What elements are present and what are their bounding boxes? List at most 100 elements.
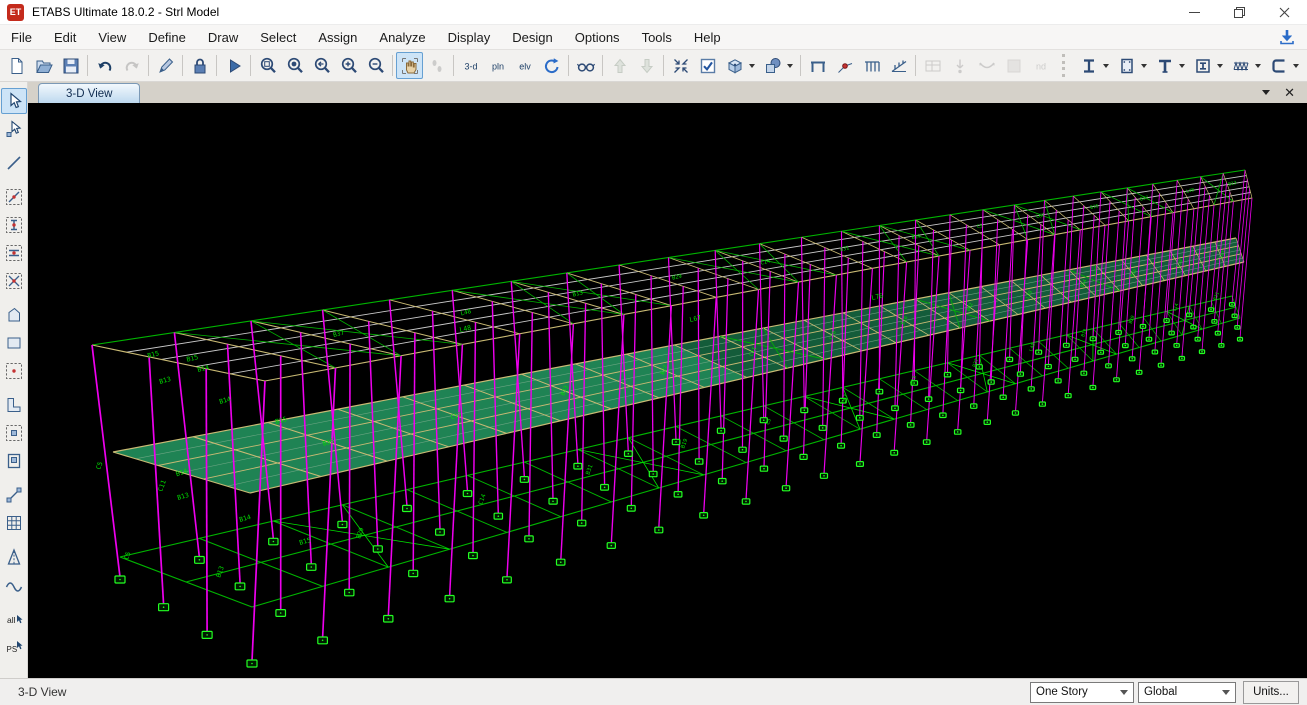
lock-model-button[interactable] (186, 52, 213, 79)
draw-door-button[interactable] (1, 448, 27, 474)
pen-edit-button[interactable] (152, 52, 179, 79)
tab-close-button[interactable]: ✕ (1284, 85, 1295, 101)
svg-text:B37: B37 (1140, 195, 1150, 203)
close-button[interactable] (1262, 0, 1307, 24)
menu-analyze[interactable]: Analyze (368, 30, 436, 45)
coordinate-system-value: Global (1144, 686, 1177, 698)
frame-section-i-dropdown[interactable] (1075, 52, 1102, 79)
shrink-objects-button[interactable] (667, 52, 694, 79)
dropdown-arrow-icon[interactable] (1179, 64, 1185, 68)
draw-wall-button[interactable] (1, 392, 27, 418)
draw-section-dropdown[interactable] (1303, 52, 1307, 79)
save-model-button[interactable] (57, 52, 84, 79)
svg-text:L48: L48 (459, 324, 472, 334)
wall-element-button[interactable] (858, 52, 885, 79)
zoom-in-button[interactable] (335, 52, 362, 79)
menu-display[interactable]: Display (437, 30, 502, 45)
joint-element-button[interactable] (831, 52, 858, 79)
menu-assign[interactable]: Assign (307, 30, 368, 45)
previous-selection-button[interactable]: PS (1, 634, 27, 660)
reshape-object-button[interactable] (1, 116, 27, 142)
restore-full-view-button[interactable] (281, 52, 308, 79)
open-model-button[interactable] (30, 52, 57, 79)
undo-button[interactable] (91, 52, 118, 79)
extruded-view-dropdown[interactable] (759, 52, 786, 79)
nd-button: nd (1027, 52, 1054, 79)
cube-icon (725, 56, 745, 76)
toolbar-separator (392, 55, 393, 76)
plan-view-button[interactable]: pln (484, 52, 511, 79)
dropdown-arrow-icon[interactable] (1141, 64, 1147, 68)
svg-text:B37: B37 (332, 329, 345, 339)
draw-curve-button[interactable] (1, 572, 27, 598)
quick-draw-area-button[interactable] (1, 358, 27, 384)
story-mode-dropdown[interactable]: One Story (1030, 682, 1134, 703)
dropdown-arrow-icon[interactable] (1103, 64, 1109, 68)
door-icon (4, 451, 24, 471)
menu-options[interactable]: Options (564, 30, 631, 45)
frame-element-button[interactable] (804, 52, 831, 79)
zoom-out-button[interactable] (362, 52, 389, 79)
object-display-checkbox-button[interactable] (694, 52, 721, 79)
restore-button[interactable] (1217, 0, 1262, 24)
select-pointer-button[interactable] (1, 88, 27, 114)
draw-area-button[interactable] (1, 302, 27, 328)
new-model-button[interactable] (3, 52, 30, 79)
tab-3d-view[interactable]: 3-D View (38, 83, 140, 103)
select-all-button[interactable]: all (1, 606, 27, 632)
tab-list-button[interactable] (1262, 90, 1270, 95)
toolbar-separator (182, 55, 183, 76)
quick-draw-line-button[interactable] (1, 184, 27, 210)
menu-draw[interactable]: Draw (197, 30, 249, 45)
menu-design[interactable]: Design (501, 30, 563, 45)
wall-section-dropdown[interactable] (1227, 52, 1254, 79)
quick-draw-beam-button[interactable] (1, 240, 27, 266)
show-model-panel-button[interactable] (1279, 29, 1295, 45)
dropdown-arrow-icon[interactable] (1293, 64, 1299, 68)
draw-rect-area-button[interactable] (1, 330, 27, 356)
rotate-3d-view-button[interactable] (538, 52, 565, 79)
dropdown-arrow-icon[interactable] (1217, 64, 1223, 68)
minimize-button[interactable] (1172, 0, 1217, 24)
channel-section-dropdown[interactable] (1265, 52, 1292, 79)
menu-select[interactable]: Select (249, 30, 307, 45)
display-options-button[interactable] (572, 52, 599, 79)
menu-tools[interactable]: Tools (631, 30, 683, 45)
quick-draw-brace-button[interactable] (1, 268, 27, 294)
draw-dimension-button[interactable] (1, 544, 27, 570)
frame-section-t-dropdown[interactable] (1151, 52, 1178, 79)
view-3d-button[interactable]: 3-d (457, 52, 484, 79)
elevation-view-button[interactable]: elv (511, 52, 538, 79)
toolbar-drag-handle[interactable] (1062, 54, 1069, 77)
wall-icon (4, 395, 24, 415)
standard-views-dropdown[interactable] (721, 52, 748, 79)
menu-file[interactable]: File (0, 30, 43, 45)
model-canvas[interactable]: B13B14B15B29B36B37C14C19L48B31B33B13B19B… (28, 103, 1307, 678)
frame-section-boxi-dropdown[interactable] (1189, 52, 1216, 79)
previous-zoom-button[interactable] (308, 52, 335, 79)
draw-line-button[interactable] (1, 150, 27, 176)
dropdown-arrow-icon[interactable] (749, 64, 755, 68)
coordinate-system-dropdown[interactable]: Global (1138, 682, 1236, 703)
draw-link-button[interactable] (1, 482, 27, 508)
menu-view[interactable]: View (87, 30, 137, 45)
run-analysis-button[interactable] (220, 52, 247, 79)
toolbar-separator (453, 55, 454, 76)
dropdown-arrow-icon[interactable] (787, 64, 793, 68)
status-bar: 3-D View One Story Global Units... (0, 678, 1307, 705)
menu-help[interactable]: Help (683, 30, 732, 45)
menu-define[interactable]: Define (137, 30, 197, 45)
tendon-button (973, 52, 1000, 79)
frame-section-rect-dropdown[interactable] (1113, 52, 1140, 79)
units-button[interactable]: Units... (1243, 681, 1299, 704)
dropdown-arrow-icon[interactable] (1255, 64, 1261, 68)
undo-icon (95, 56, 115, 76)
draw-grid-button[interactable] (1, 510, 27, 536)
quick-draw-wall-button[interactable] (1, 420, 27, 446)
menu-edit[interactable]: Edit (43, 30, 87, 45)
quick-draw-column-button[interactable] (1, 212, 27, 238)
pan-button[interactable] (396, 52, 423, 79)
ramp-element-button[interactable] (885, 52, 912, 79)
svg-text:B13: B13 (158, 375, 172, 386)
rubber-band-zoom-button[interactable] (254, 52, 281, 79)
